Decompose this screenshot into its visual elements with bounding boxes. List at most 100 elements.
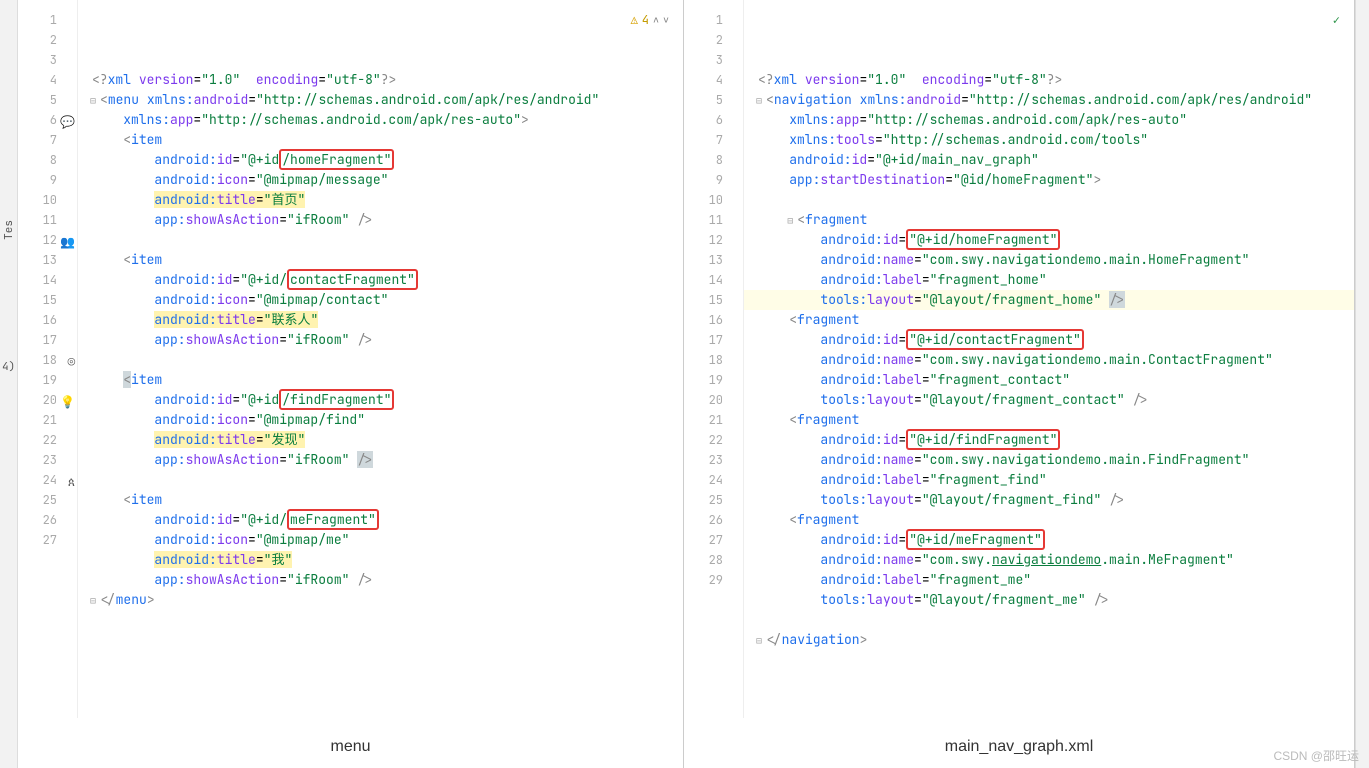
code-line[interactable]: android:id="@+id/meFragment" (78, 510, 683, 530)
code-line[interactable] (78, 230, 683, 250)
code-line[interactable]: tools:layout="@layout/fragment_me" /> (744, 590, 1354, 610)
gutter-right[interactable]: 1234567891011121314151617181920212223242… (684, 0, 744, 718)
line-number[interactable]: 7 (684, 130, 743, 150)
code-line[interactable]: android:icon="@mipmap/message" (78, 170, 683, 190)
line-number[interactable]: 16 (18, 310, 77, 330)
code-line[interactable]: android:icon="@mipmap/contact" (78, 290, 683, 310)
code-editor-left[interactable]: 4 ∧ ∨ <?xml version="1.0" encoding="utf-… (78, 0, 683, 718)
code-line[interactable]: android:title="我" (78, 550, 683, 570)
code-line[interactable]: ⊟<menu xmlns:android="http://schemas.and… (78, 90, 683, 110)
line-number[interactable]: 24ጰ (18, 470, 77, 490)
analysis-indicator-right[interactable] (1333, 10, 1340, 30)
line-number[interactable]: 19 (18, 370, 77, 390)
line-number[interactable]: 6💬 (18, 110, 77, 130)
code-line[interactable]: <fragment (744, 410, 1354, 430)
gutter-icon[interactable]: 💬 (60, 112, 75, 132)
line-number[interactable]: 2 (684, 30, 743, 50)
line-number[interactable]: 13 (18, 250, 77, 270)
line-number[interactable]: 3 (684, 50, 743, 70)
code-line[interactable]: android:icon="@mipmap/me" (78, 530, 683, 550)
line-number[interactable]: 19 (684, 370, 743, 390)
code-line[interactable]: ⊟<fragment (744, 210, 1354, 230)
chevron-down-icon[interactable]: ∨ (663, 10, 669, 30)
line-number[interactable]: 14 (18, 270, 77, 290)
code-line[interactable]: android:id="@+id/contactFragment" (744, 330, 1354, 350)
code-line[interactable]: android:title="发现" (78, 430, 683, 450)
code-line[interactable]: <fragment (744, 510, 1354, 530)
code-line[interactable]: android:id="@+id/homeFragment" (78, 150, 683, 170)
code-line[interactable]: android:name="com.swy.navigationdemo.mai… (744, 550, 1354, 570)
code-line[interactable]: android:id="@+id/findFragment" (744, 430, 1354, 450)
code-line[interactable]: <?xml version="1.0" encoding="utf-8"?> (744, 70, 1354, 90)
line-number[interactable]: 20 (684, 390, 743, 410)
line-number[interactable]: 9 (18, 170, 77, 190)
code-line[interactable]: app:showAsAction="ifRoom" /> (78, 570, 683, 590)
code-line[interactable] (744, 190, 1354, 210)
code-line[interactable] (78, 350, 683, 370)
line-number[interactable]: 3 (18, 50, 77, 70)
code-line[interactable]: <item (78, 490, 683, 510)
line-number[interactable]: 29 (684, 570, 743, 590)
code-line[interactable]: android:title="联系人" (78, 310, 683, 330)
line-number[interactable]: 5 (18, 90, 77, 110)
line-number[interactable]: 27 (18, 530, 77, 550)
line-number[interactable]: 11 (18, 210, 77, 230)
line-number[interactable]: 8 (684, 150, 743, 170)
line-number[interactable]: 23 (684, 450, 743, 470)
line-number[interactable]: 17 (18, 330, 77, 350)
line-number[interactable]: 10 (684, 190, 743, 210)
line-number[interactable]: 20💡 (18, 390, 77, 410)
line-number[interactable]: 25 (684, 490, 743, 510)
code-line[interactable]: xmlns:app="http://schemas.android.com/ap… (78, 110, 683, 130)
code-line[interactable]: <item (78, 130, 683, 150)
chevron-up-icon[interactable]: ∧ (653, 10, 659, 30)
code-line[interactable]: android:id="@+id/homeFragment" (744, 230, 1354, 250)
code-line[interactable]: android:id="@+id/findFragment" (78, 390, 683, 410)
line-number[interactable]: 4 (684, 70, 743, 90)
line-number[interactable]: 1 (684, 10, 743, 30)
line-number[interactable]: 6 (684, 110, 743, 130)
code-line[interactable]: <?xml version="1.0" encoding="utf-8"?> (78, 70, 683, 90)
line-number[interactable]: 1 (18, 10, 77, 30)
code-line[interactable]: xmlns:tools="http://schemas.android.com/… (744, 130, 1354, 150)
code-line[interactable]: ⊟</navigation> (744, 630, 1354, 650)
code-line[interactable]: tools:layout="@layout/fragment_contact" … (744, 390, 1354, 410)
code-line[interactable]: tools:layout="@layout/fragment_find" /> (744, 490, 1354, 510)
line-number[interactable]: 21 (18, 410, 77, 430)
line-number[interactable]: 15 (684, 290, 743, 310)
line-number[interactable]: 26 (18, 510, 77, 530)
code-line[interactable]: android:id="@+id/contactFragment" (78, 270, 683, 290)
code-line[interactable]: android:icon="@mipmap/find" (78, 410, 683, 430)
code-line[interactable]: android:name="com.swy.navigationdemo.mai… (744, 450, 1354, 470)
line-number[interactable]: 23 (18, 450, 77, 470)
code-line[interactable]: app:showAsAction="ifRoom" /> (78, 210, 683, 230)
code-line[interactable]: android:label="fragment_me" (744, 570, 1354, 590)
line-number[interactable]: 25 (18, 490, 77, 510)
line-number[interactable]: 24 (684, 470, 743, 490)
line-number[interactable]: 22 (684, 430, 743, 450)
code-line[interactable]: android:title="首页" (78, 190, 683, 210)
tool-window-stripe-left[interactable]: Tes 4) (0, 0, 18, 768)
code-line[interactable] (78, 470, 683, 490)
code-line[interactable]: android:id="@+id/main_nav_graph" (744, 150, 1354, 170)
gutter-icon[interactable]: 👥 (60, 232, 75, 252)
line-number[interactable]: 11 (684, 210, 743, 230)
line-number[interactable]: 7 (18, 130, 77, 150)
gutter-icon[interactable]: ◎ (68, 352, 75, 372)
code-line[interactable]: <item (78, 370, 683, 390)
code-line[interactable]: android:label="fragment_contact" (744, 370, 1354, 390)
code-line[interactable]: android:id="@+id/meFragment" (744, 530, 1354, 550)
code-line[interactable]: tools:layout="@layout/fragment_home" /> (744, 290, 1354, 310)
line-number[interactable]: 21 (684, 410, 743, 430)
code-line[interactable]: app:startDestination="@id/homeFragment"> (744, 170, 1354, 190)
code-line[interactable] (744, 610, 1354, 630)
line-number[interactable]: 18 (684, 350, 743, 370)
code-editor-right[interactable]: <?xml version="1.0" encoding="utf-8"?> ⊟<… (744, 0, 1354, 718)
code-line[interactable]: app:showAsAction="ifRoom" /> (78, 450, 683, 470)
line-number[interactable]: 26 (684, 510, 743, 530)
gutter-icon[interactable]: ጰ (68, 472, 75, 492)
code-line[interactable]: ⊟</menu> (78, 590, 683, 610)
line-number[interactable]: 15 (18, 290, 77, 310)
line-number[interactable]: 4 (18, 70, 77, 90)
code-line[interactable]: android:label="fragment_find" (744, 470, 1354, 490)
